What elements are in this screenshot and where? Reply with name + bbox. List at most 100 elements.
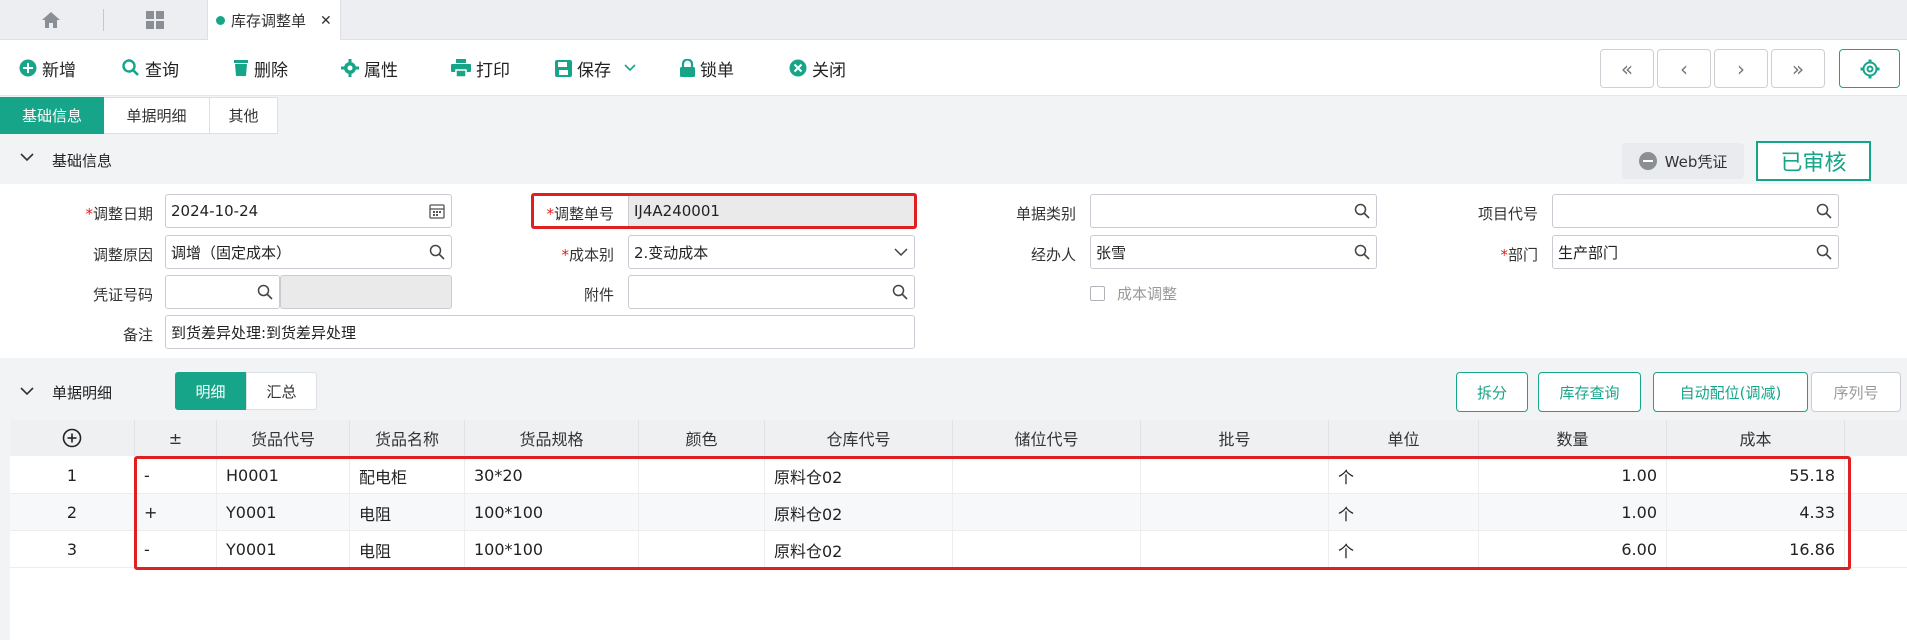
col-cost[interactable]: 成本: [1667, 420, 1845, 456]
apps-tab[interactable]: [120, 0, 190, 40]
adjust-date-field[interactable]: 2024-10-24: [165, 194, 452, 228]
search-icon[interactable]: [1354, 203, 1370, 219]
basic-info-header: 基础信息: [0, 136, 1907, 184]
chevron-down-icon[interactable]: [894, 248, 908, 257]
calendar-icon[interactable]: [429, 203, 445, 219]
doc-type-field[interactable]: [1090, 194, 1377, 228]
prev-record-button[interactable]: ‹: [1657, 49, 1711, 88]
summary-toggle[interactable]: 汇总: [246, 372, 317, 410]
cost-type-select[interactable]: 2.变动成本: [628, 235, 915, 269]
double-chevron-left-icon: «: [1620, 56, 1634, 81]
col-item-name[interactable]: 货品名称: [350, 420, 465, 456]
col-warehouse[interactable]: 仓库代号: [765, 420, 953, 456]
search-icon[interactable]: [257, 284, 273, 300]
attach-field[interactable]: [628, 275, 915, 309]
save-label: 保存: [577, 60, 611, 81]
web-voucher-button[interactable]: Web凭证: [1622, 143, 1744, 179]
save-button[interactable]: 保存: [555, 54, 636, 82]
reason-field[interactable]: 调增（固定成本）: [165, 235, 452, 269]
chevron-down-icon[interactable]: [20, 386, 34, 396]
attach-label: 附件: [583, 286, 614, 304]
audited-status-badge: 已审核: [1756, 141, 1871, 181]
dept-field[interactable]: 生产部门: [1552, 235, 1839, 269]
tab-bar: 库存调整单 ✕: [0, 0, 1907, 41]
query-label: 查询: [145, 60, 179, 81]
detail-toggle[interactable]: 明细: [175, 372, 246, 410]
section-tabs: 基础信息 单据明细 其他: [0, 97, 278, 135]
settings-button[interactable]: [1839, 49, 1900, 88]
col-batch[interactable]: 批号: [1141, 420, 1329, 456]
row-number: 1: [10, 457, 135, 494]
project-code-field[interactable]: [1552, 194, 1839, 228]
double-chevron-right-icon: »: [1791, 56, 1805, 81]
grid-header: ± 货品代号 货品名称 货品规格 颜色 仓库代号 储位代号 批号 单位 数量 成…: [10, 420, 1907, 456]
stock-query-button[interactable]: 库存查询: [1538, 372, 1641, 412]
tab-inventory-adjustment[interactable]: 库存调整单 ✕: [207, 0, 341, 41]
tab-basic-info[interactable]: 基础信息: [0, 97, 104, 134]
close-tab-icon[interactable]: ✕: [320, 13, 332, 29]
cost-adjust-checkbox[interactable]: [1090, 286, 1105, 301]
basic-info-form: *调整日期 2024-10-24 *调整单号 IJ4A240001 单据类别 项…: [0, 184, 1907, 358]
plus-circle-icon: [19, 59, 37, 77]
search-icon[interactable]: [892, 284, 908, 300]
add-row-icon[interactable]: [62, 428, 82, 448]
remark-label: 备注: [122, 326, 153, 344]
auto-allocate-button[interactable]: 自动配位(调减): [1653, 372, 1808, 412]
search-icon[interactable]: [1816, 203, 1832, 219]
handler-field[interactable]: 张雪: [1090, 235, 1377, 269]
detail-grid: ± 货品代号 货品名称 货品规格 颜色 仓库代号 储位代号 批号 单位 数量 成…: [10, 420, 1907, 640]
tab-divider: [103, 9, 104, 31]
tab-other[interactable]: 其他: [210, 97, 278, 134]
grid-icon: [146, 11, 164, 29]
toolbar: 新增 查询 删除 属性 打印 保存 锁单 关闭 « ‹ › »: [0, 40, 1907, 96]
adjust-date-label: *调整日期: [85, 205, 153, 223]
section-title: 单据明细: [52, 384, 113, 402]
adjust-no-highlight: [531, 193, 917, 229]
section-title: 基础信息: [52, 152, 113, 170]
col-location[interactable]: 储位代号: [953, 420, 1141, 456]
gear-icon: [341, 59, 359, 77]
doc-type-label: 单据类别: [1015, 205, 1076, 223]
col-item-spec[interactable]: 货品规格: [465, 420, 639, 456]
add-row-cell[interactable]: [10, 420, 135, 456]
col-qty[interactable]: 数量: [1479, 420, 1667, 456]
remark-field[interactable]: 到货差异处理:到货差异处理: [165, 315, 915, 349]
web-voucher-label: Web凭证: [1664, 152, 1728, 171]
properties-button[interactable]: 属性: [341, 54, 398, 82]
last-record-button[interactable]: »: [1771, 49, 1825, 88]
col-color[interactable]: 颜色: [639, 420, 765, 456]
lock-button[interactable]: 锁单: [680, 54, 734, 82]
search-icon[interactable]: [1354, 244, 1370, 260]
next-record-button[interactable]: ›: [1714, 49, 1768, 88]
row-number: 2: [10, 494, 135, 531]
query-button[interactable]: 查询: [122, 54, 179, 82]
delete-label: 删除: [254, 60, 288, 81]
gear-icon: [1860, 59, 1879, 78]
minus-circle-icon: [1638, 152, 1657, 170]
active-dot-icon: [216, 16, 225, 25]
new-button[interactable]: 新增: [19, 54, 76, 82]
home-tab[interactable]: [18, 0, 84, 40]
chevron-left-icon: ‹: [1680, 56, 1688, 81]
dept-label: *部门: [1500, 246, 1538, 264]
tab-label: 库存调整单: [231, 12, 307, 30]
lock-label: 锁单: [700, 60, 734, 81]
search-icon[interactable]: [1816, 244, 1832, 260]
chevron-down-icon[interactable]: [20, 152, 34, 162]
chevron-down-icon[interactable]: [624, 64, 636, 72]
delete-button[interactable]: 删除: [233, 54, 288, 82]
trash-icon: [234, 60, 248, 76]
search-icon[interactable]: [429, 244, 445, 260]
voucher-field[interactable]: [165, 275, 280, 309]
close-label: 关闭: [812, 60, 846, 81]
search-icon: [122, 59, 139, 76]
col-unit[interactable]: 单位: [1329, 420, 1479, 456]
serial-number-button[interactable]: 序列号: [1811, 372, 1901, 412]
close-button[interactable]: 关闭: [789, 54, 846, 82]
print-button[interactable]: 打印: [451, 54, 510, 82]
col-item-code[interactable]: 货品代号: [217, 420, 350, 456]
col-sign[interactable]: ±: [135, 420, 217, 456]
tab-doc-detail[interactable]: 单据明细: [104, 97, 210, 134]
first-record-button[interactable]: «: [1600, 49, 1654, 88]
split-button[interactable]: 拆分: [1456, 372, 1528, 412]
